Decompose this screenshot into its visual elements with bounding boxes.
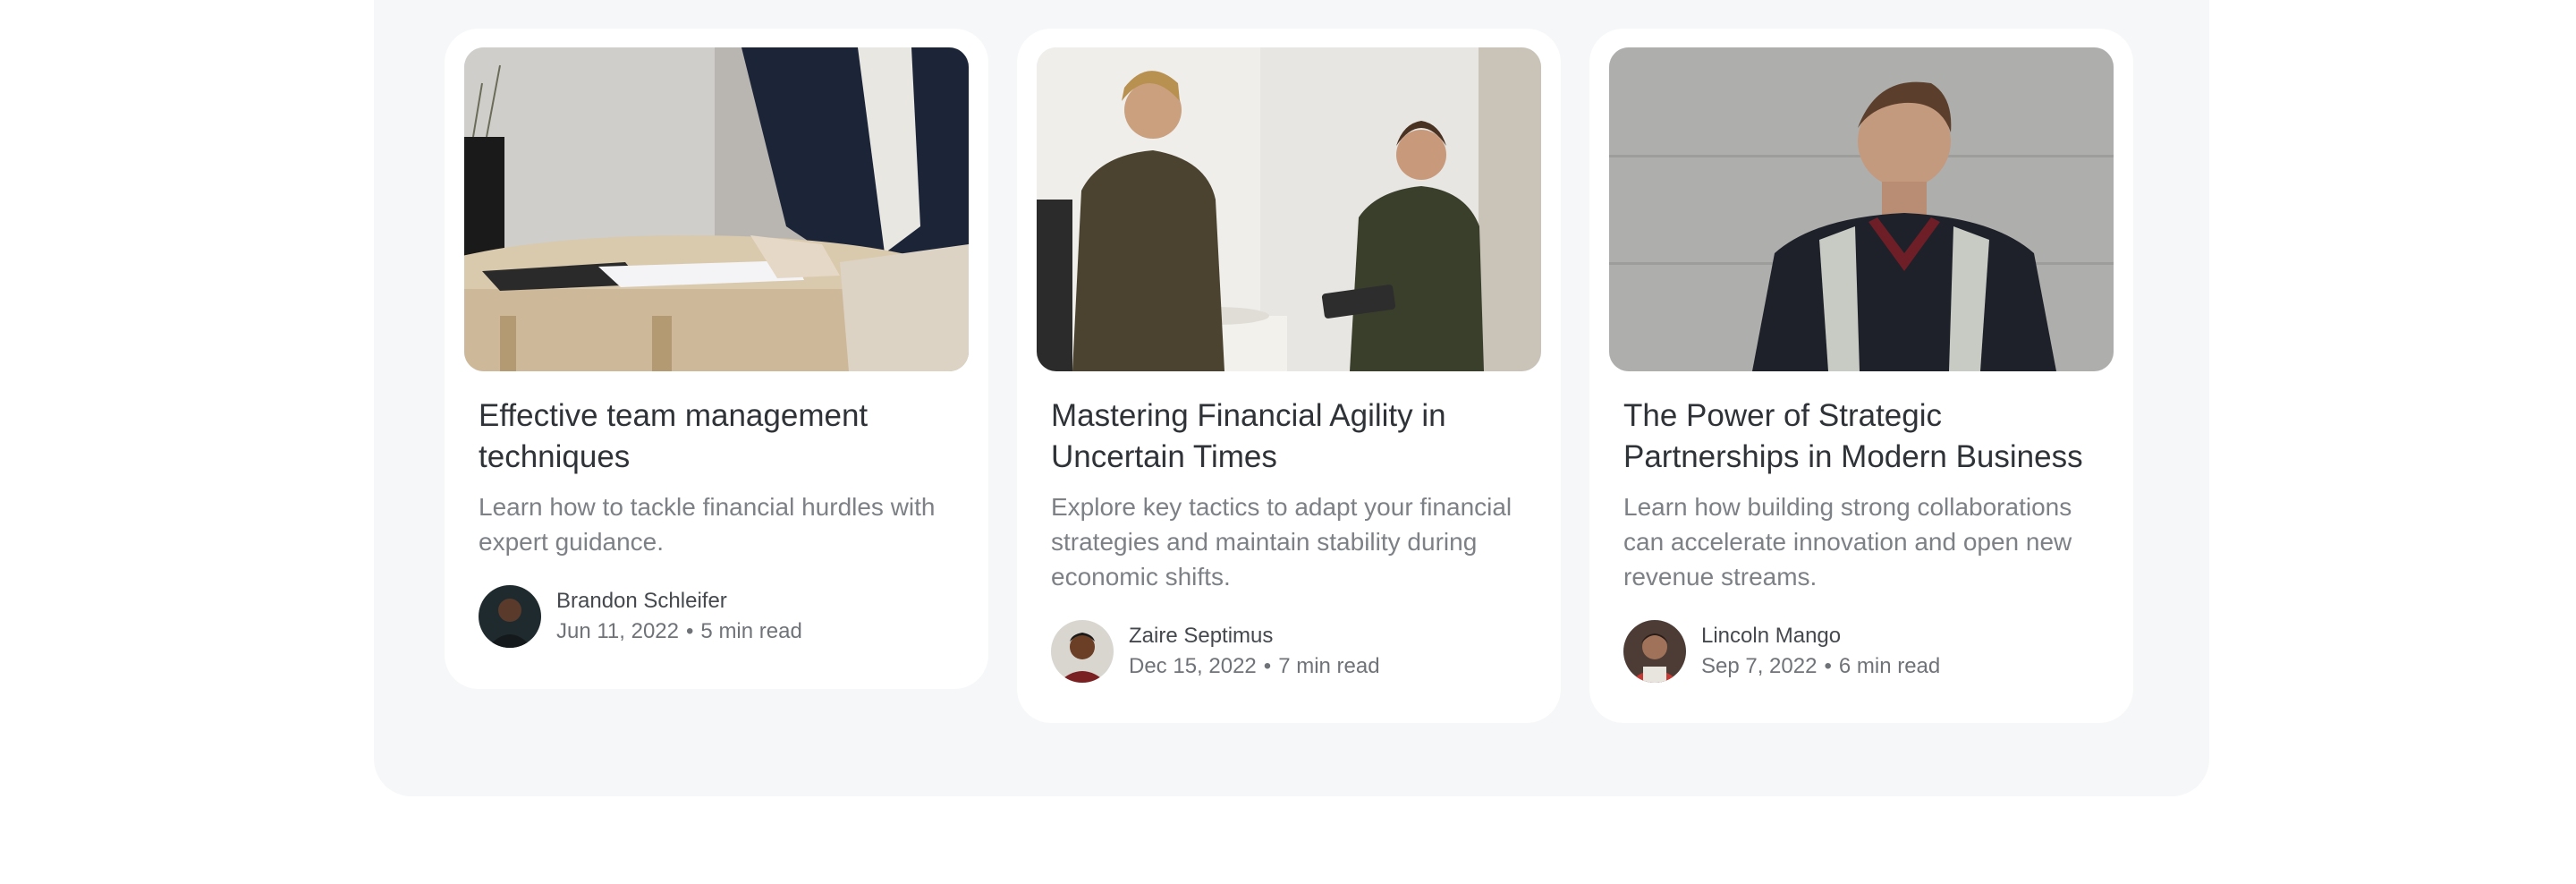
post-meta: Dec 15, 2022 • 7 min read (1129, 651, 1380, 682)
author-avatar (479, 585, 541, 648)
blog-card[interactable]: Effective team management techniques Lea… (445, 29, 988, 689)
author-name: Zaire Septimus (1129, 624, 1274, 648)
post-title[interactable]: The Power of Strategic Partnerships in M… (1623, 395, 2106, 478)
post-date: Dec 15, 2022 (1129, 654, 1257, 678)
post-title[interactable]: Effective team management techniques (479, 395, 962, 478)
post-excerpt: Learn how to tackle financial hurdles wi… (479, 493, 936, 556)
post-title[interactable]: Mastering Financial Agility in Uncertain… (1051, 395, 1534, 478)
post-date: Sep 7, 2022 (1701, 654, 1818, 678)
post-excerpt: Explore key tactics to adapt your financ… (1051, 493, 1513, 591)
meta-separator: • (1263, 654, 1272, 678)
author-avatar (1051, 620, 1114, 683)
post-image[interactable] (464, 47, 969, 371)
post-image[interactable] (1609, 47, 2114, 371)
read-time: 5 min read (700, 619, 802, 643)
post-author: Brandon Schleifer Jun 11, 2022 • 5 min rea… (479, 585, 802, 648)
author-avatar (1623, 620, 1686, 683)
read-time: 6 min read (1838, 654, 1941, 678)
post-image[interactable] (1037, 47, 1541, 371)
post-author: Zaire Septimus Dec 15, 2022 • 7 min read (1051, 620, 1380, 683)
blog-card[interactable]: Mastering Financial Agility in Uncertain… (1017, 29, 1561, 723)
author-name: Brandon Schleifer (556, 589, 727, 613)
author-name: Lincoln Mango (1701, 624, 1842, 648)
meta-separator: • (686, 619, 694, 643)
blog-card[interactable]: The Power of Strategic Partnerships in M… (1589, 29, 2133, 723)
post-date: Jun 11, 2022 (556, 619, 680, 643)
post-excerpt: Learn how building strong collaborations… (1623, 493, 2072, 591)
read-time: 7 min read (1278, 654, 1380, 678)
post-author: Lincoln Mango Sep 7, 2022 • 6 min read (1623, 620, 1940, 683)
meta-separator: • (1824, 654, 1832, 678)
post-meta: Jun 11, 2022 • 5 min read (556, 616, 802, 647)
post-meta: Sep 7, 2022 • 6 min read (1701, 651, 1940, 682)
